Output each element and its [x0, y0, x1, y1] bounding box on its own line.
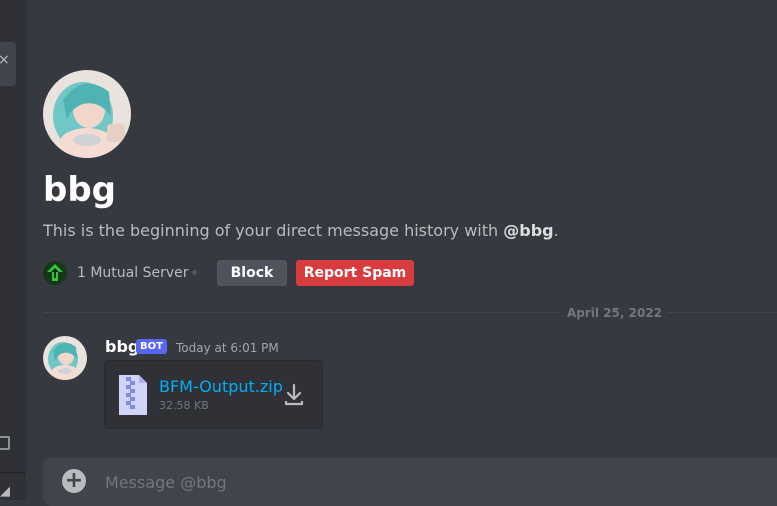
sidebar-divider: [0, 472, 26, 473]
message-input[interactable]: [103, 467, 707, 497]
file-attachment: BFM-Output.zip 32.58 KB: [104, 360, 323, 429]
profile-avatar[interactable]: [43, 70, 131, 158]
headset-icon[interactable]: ◢: [0, 484, 10, 499]
server-icon: [43, 261, 67, 285]
sidebar-edge: × ◢: [0, 0, 26, 500]
message-timestamp: Today at 6:01 PM: [176, 341, 279, 355]
block-button[interactable]: Block: [217, 260, 287, 286]
user-settings-icon[interactable]: [0, 436, 10, 450]
date-divider-label: April 25, 2022: [561, 305, 669, 321]
attachment-filename[interactable]: BFM-Output.zip: [159, 377, 283, 396]
message-composer: +: [43, 458, 777, 506]
page-title: bbg: [43, 170, 117, 210]
intro-prefix: This is the beginning of your direct mes…: [43, 221, 504, 240]
add-circle-icon[interactable]: +: [62, 469, 86, 493]
dm-intro-text: This is the beginning of your direct mes…: [43, 220, 559, 242]
intro-handle: @bbg: [503, 221, 554, 240]
attachment-size: 32.58 KB: [159, 399, 209, 412]
mutual-servers-label: 1 Mutual Server: [77, 265, 189, 281]
bot-badge: BOT: [136, 339, 167, 354]
separator-dot: [192, 270, 197, 275]
message-author[interactable]: bbg: [105, 337, 139, 356]
report-spam-button[interactable]: Report Spam: [296, 260, 414, 286]
zip-file-icon: [119, 375, 147, 415]
avatar-image: [43, 336, 87, 380]
download-icon[interactable]: [283, 383, 305, 407]
avatar-image: [43, 70, 131, 158]
intro-suffix: .: [553, 221, 559, 240]
message-avatar[interactable]: [43, 336, 87, 380]
close-icon[interactable]: ×: [0, 52, 10, 68]
mutual-servers-link[interactable]: 1 Mutual Server: [43, 259, 189, 287]
